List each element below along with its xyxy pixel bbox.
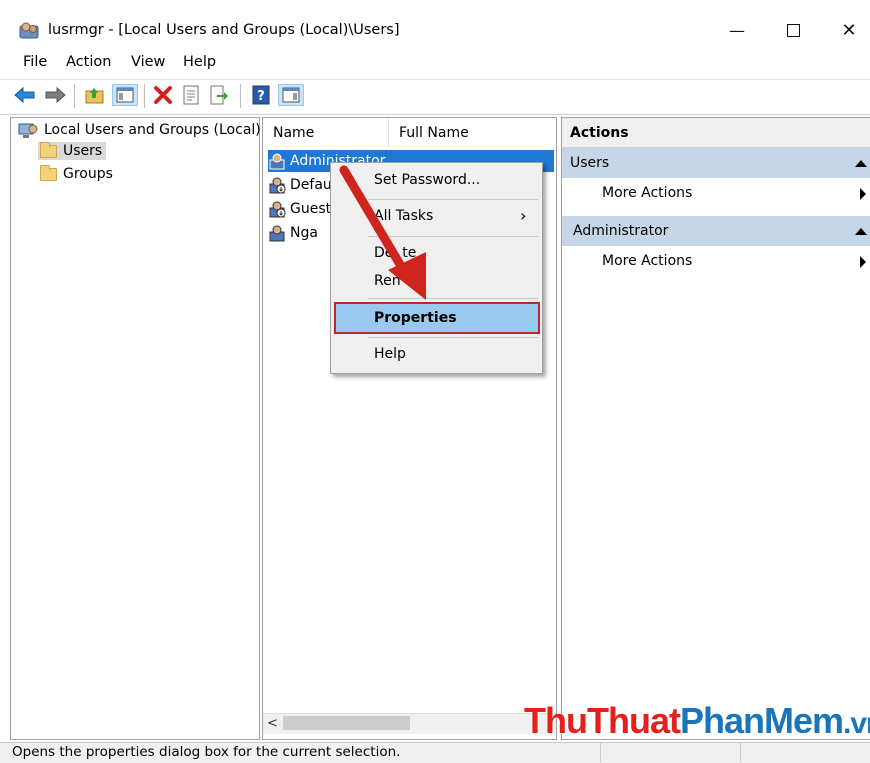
list-row-label: Nga [290,225,318,241]
export-list-icon [210,85,228,105]
actions-section-label: Users [570,155,610,171]
actions-section-users[interactable]: Users [562,148,870,178]
tree-item-groups[interactable]: Groups [40,164,113,182]
up-one-level-button[interactable] [84,84,106,106]
forward-button[interactable] [44,84,66,106]
menu-action[interactable]: Action [66,54,111,70]
disabled-user-icon [269,177,286,194]
maximize-button[interactable] [770,14,816,46]
properties-button[interactable] [180,84,202,106]
folder-icon [40,141,57,158]
tree-item-users-label: Users [63,143,103,159]
toolbar-separator [74,84,75,108]
close-button[interactable]: ✕ [826,14,870,46]
actions-more-actions-users[interactable]: More Actions [602,185,692,201]
context-properties[interactable]: Properties [374,310,457,326]
list-row-nga[interactable]: Nga [268,222,318,244]
show-hide-console-tree-button[interactable] [112,84,138,106]
watermark-logo: ThuThuatPhanMem.vn [524,700,870,742]
disabled-user-icon [269,201,286,218]
lusrmgr-app-icon [18,20,40,42]
context-item-label: Help [374,346,406,362]
help-button[interactable]: ? [250,84,272,106]
user-icon [269,225,285,242]
submenu-arrow-icon [860,256,866,268]
actions-section-label: Administrator [573,223,669,239]
actions-section-administrator[interactable]: Administrator [562,216,870,246]
status-divider [600,742,601,762]
submenu-chevron-icon: › [520,206,527,225]
context-help[interactable]: Help [374,346,406,362]
actions-title-label: Actions [570,124,629,141]
collapse-up-icon[interactable] [855,227,867,235]
up-folder-icon [85,88,104,104]
toolbar-separator [144,84,145,108]
actions-pane-title: Actions [562,118,870,148]
minimize-icon: — [729,20,745,40]
annotation-red-arrow [339,165,426,300]
console-tree-pane [10,117,260,740]
collapse-up-icon[interactable] [855,159,867,167]
forward-arrow-icon [45,86,66,104]
tree-root-label: Local Users and Groups (Local) [44,122,261,138]
export-list-button[interactable] [208,84,230,106]
column-header-name-label: Name [273,125,315,141]
menu-view[interactable]: View [131,54,165,70]
column-header-name[interactable]: Name [263,119,389,147]
maximize-icon [786,23,800,37]
submenu-arrow-icon [860,188,866,200]
watermark-part3: .vn [843,707,870,740]
menu-help[interactable]: Help [183,54,216,70]
toolbar-separator [240,84,241,108]
status-divider [740,742,741,762]
help-icon: ? [252,85,270,105]
show-hide-action-pane-icon [282,87,300,103]
status-text: Opens the properties dialog box for the … [12,744,401,760]
window-title: lusrmgr - [Local Users and Groups (Local… [48,22,400,38]
delete-icon [154,86,172,104]
watermark-part1: ThuThuat [524,700,681,741]
back-arrow-icon [14,86,35,104]
list-row-label: Defau [290,177,332,193]
svg-text:?: ? [257,89,265,104]
column-header-full-name-label: Full Name [399,125,469,141]
delete-button[interactable] [152,84,174,106]
user-icon [269,153,285,170]
list-row-guest[interactable]: Guest [268,198,331,220]
more-actions-label: More Actions [602,185,693,201]
minimize-button[interactable]: — [714,14,760,46]
scroll-left-arrow-icon[interactable]: < [267,716,278,731]
column-header-full-name[interactable]: Full Name [390,119,556,147]
tree-root-local-users-and-groups[interactable]: Local Users and Groups (Local) [18,121,261,139]
more-actions-label: More Actions [602,253,693,269]
scrollbar-thumb[interactable] [283,716,410,730]
folder-icon [40,164,57,181]
menu-file[interactable]: File [23,54,47,70]
back-button[interactable] [14,84,36,106]
properties-icon [183,85,199,105]
actions-more-actions-administrator[interactable]: More Actions [602,253,692,269]
list-row-defaultaccount[interactable]: Defau [268,174,332,196]
context-item-label: Properties [374,310,457,326]
close-icon: ✕ [841,19,857,41]
tree-item-groups-label: Groups [63,166,113,182]
tree-item-users[interactable]: Users [38,141,107,160]
show-hide-tree-icon [116,87,134,103]
actions-pane [561,117,870,740]
watermark-part2: PhanMem [679,700,844,741]
show-hide-action-pane-button[interactable] [278,84,304,106]
list-row-label: Guest [290,201,332,217]
computer-users-icon [18,123,38,138]
context-separator [368,337,538,338]
